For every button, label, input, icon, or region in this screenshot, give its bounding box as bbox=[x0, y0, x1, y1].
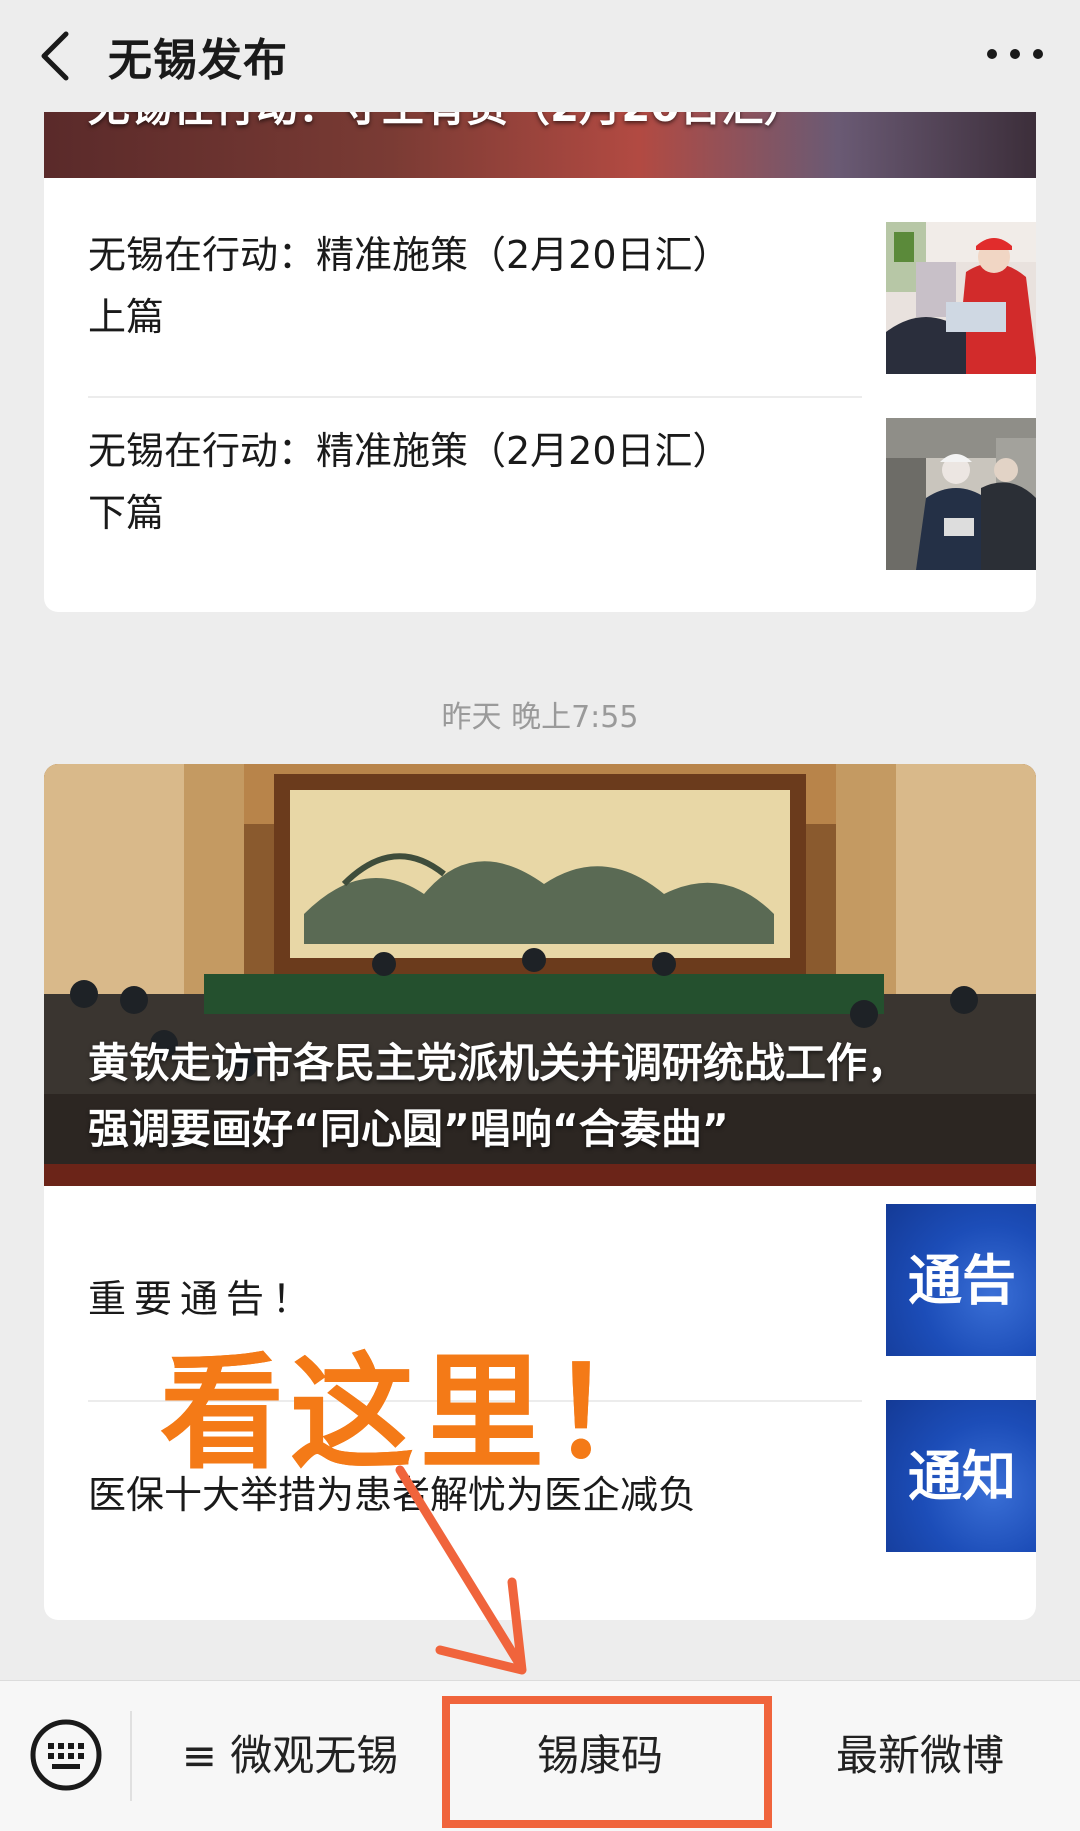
timestamp: 昨天 晚上7:55 bbox=[441, 700, 639, 735]
page-title: 无锡发布 bbox=[108, 35, 288, 86]
keyboard-icon[interactable] bbox=[28, 1717, 104, 1793]
thumbnail-label: 通知 bbox=[908, 1444, 1016, 1508]
article-group-card: 无锡在行动：守土有责（2月20日汇） 无锡在行动：精准施策（2月20日汇） 上篇… bbox=[44, 80, 1036, 612]
list-item[interactable]: 无锡在行动：精准施策（2月20日汇） 上篇 bbox=[88, 198, 1036, 394]
cover-title-line: 黄钦走访市各民主党派机关并调研统战工作， bbox=[88, 1039, 908, 1087]
cover-article-title: 黄钦走访市各民主党派机关并调研统战工作， 强调要画好“同心圆”唱响“合奏曲” bbox=[88, 1030, 908, 1162]
list-item[interactable]: 无锡在行动：精准施策（2月20日汇） 下篇 bbox=[88, 396, 1036, 592]
thumbnail-label: 通告 bbox=[908, 1248, 1016, 1312]
annotation-highlight-box bbox=[442, 1696, 772, 1828]
cover-article[interactable]: 黄钦走访市各民主党派机关并调研统战工作， 强调要画好“同心圆”唱响“合奏曲” bbox=[44, 764, 1036, 1186]
article-thumbnail bbox=[886, 222, 1036, 374]
article-thumbnail: 通告 bbox=[886, 1204, 1036, 1356]
cover-title-line: 强调要画好“同心圆”唱响“合奏曲” bbox=[88, 1105, 729, 1153]
article-title-line: 无锡在行动：精准施策（2月20日汇） bbox=[88, 429, 731, 473]
menu-divider bbox=[130, 1711, 132, 1801]
annotation-arrow-icon bbox=[395, 1465, 527, 1675]
article-thumbnail bbox=[886, 418, 1036, 570]
article-title: 无锡在行动：精准施策（2月20日汇） 上篇 bbox=[88, 224, 828, 348]
top-bar: 无锡发布 bbox=[0, 0, 1080, 112]
article-title: 无锡在行动：精准施策（2月20日汇） 下篇 bbox=[88, 420, 828, 544]
menu-latest-weibo[interactable]: 最新微博 bbox=[770, 1681, 1070, 1831]
chevron-left-icon[interactable] bbox=[36, 26, 76, 86]
more-dots-icon[interactable] bbox=[980, 34, 1050, 74]
menu-weiguan-wuxi[interactable]: ≡ 微观无锡 bbox=[140, 1681, 440, 1831]
article-title-line: 上篇 bbox=[88, 295, 165, 339]
article-title-line: 无锡在行动：精准施策（2月20日汇） bbox=[88, 233, 731, 277]
article-thumbnail: 通知 bbox=[886, 1400, 1036, 1552]
article-title-line: 下篇 bbox=[88, 491, 165, 535]
